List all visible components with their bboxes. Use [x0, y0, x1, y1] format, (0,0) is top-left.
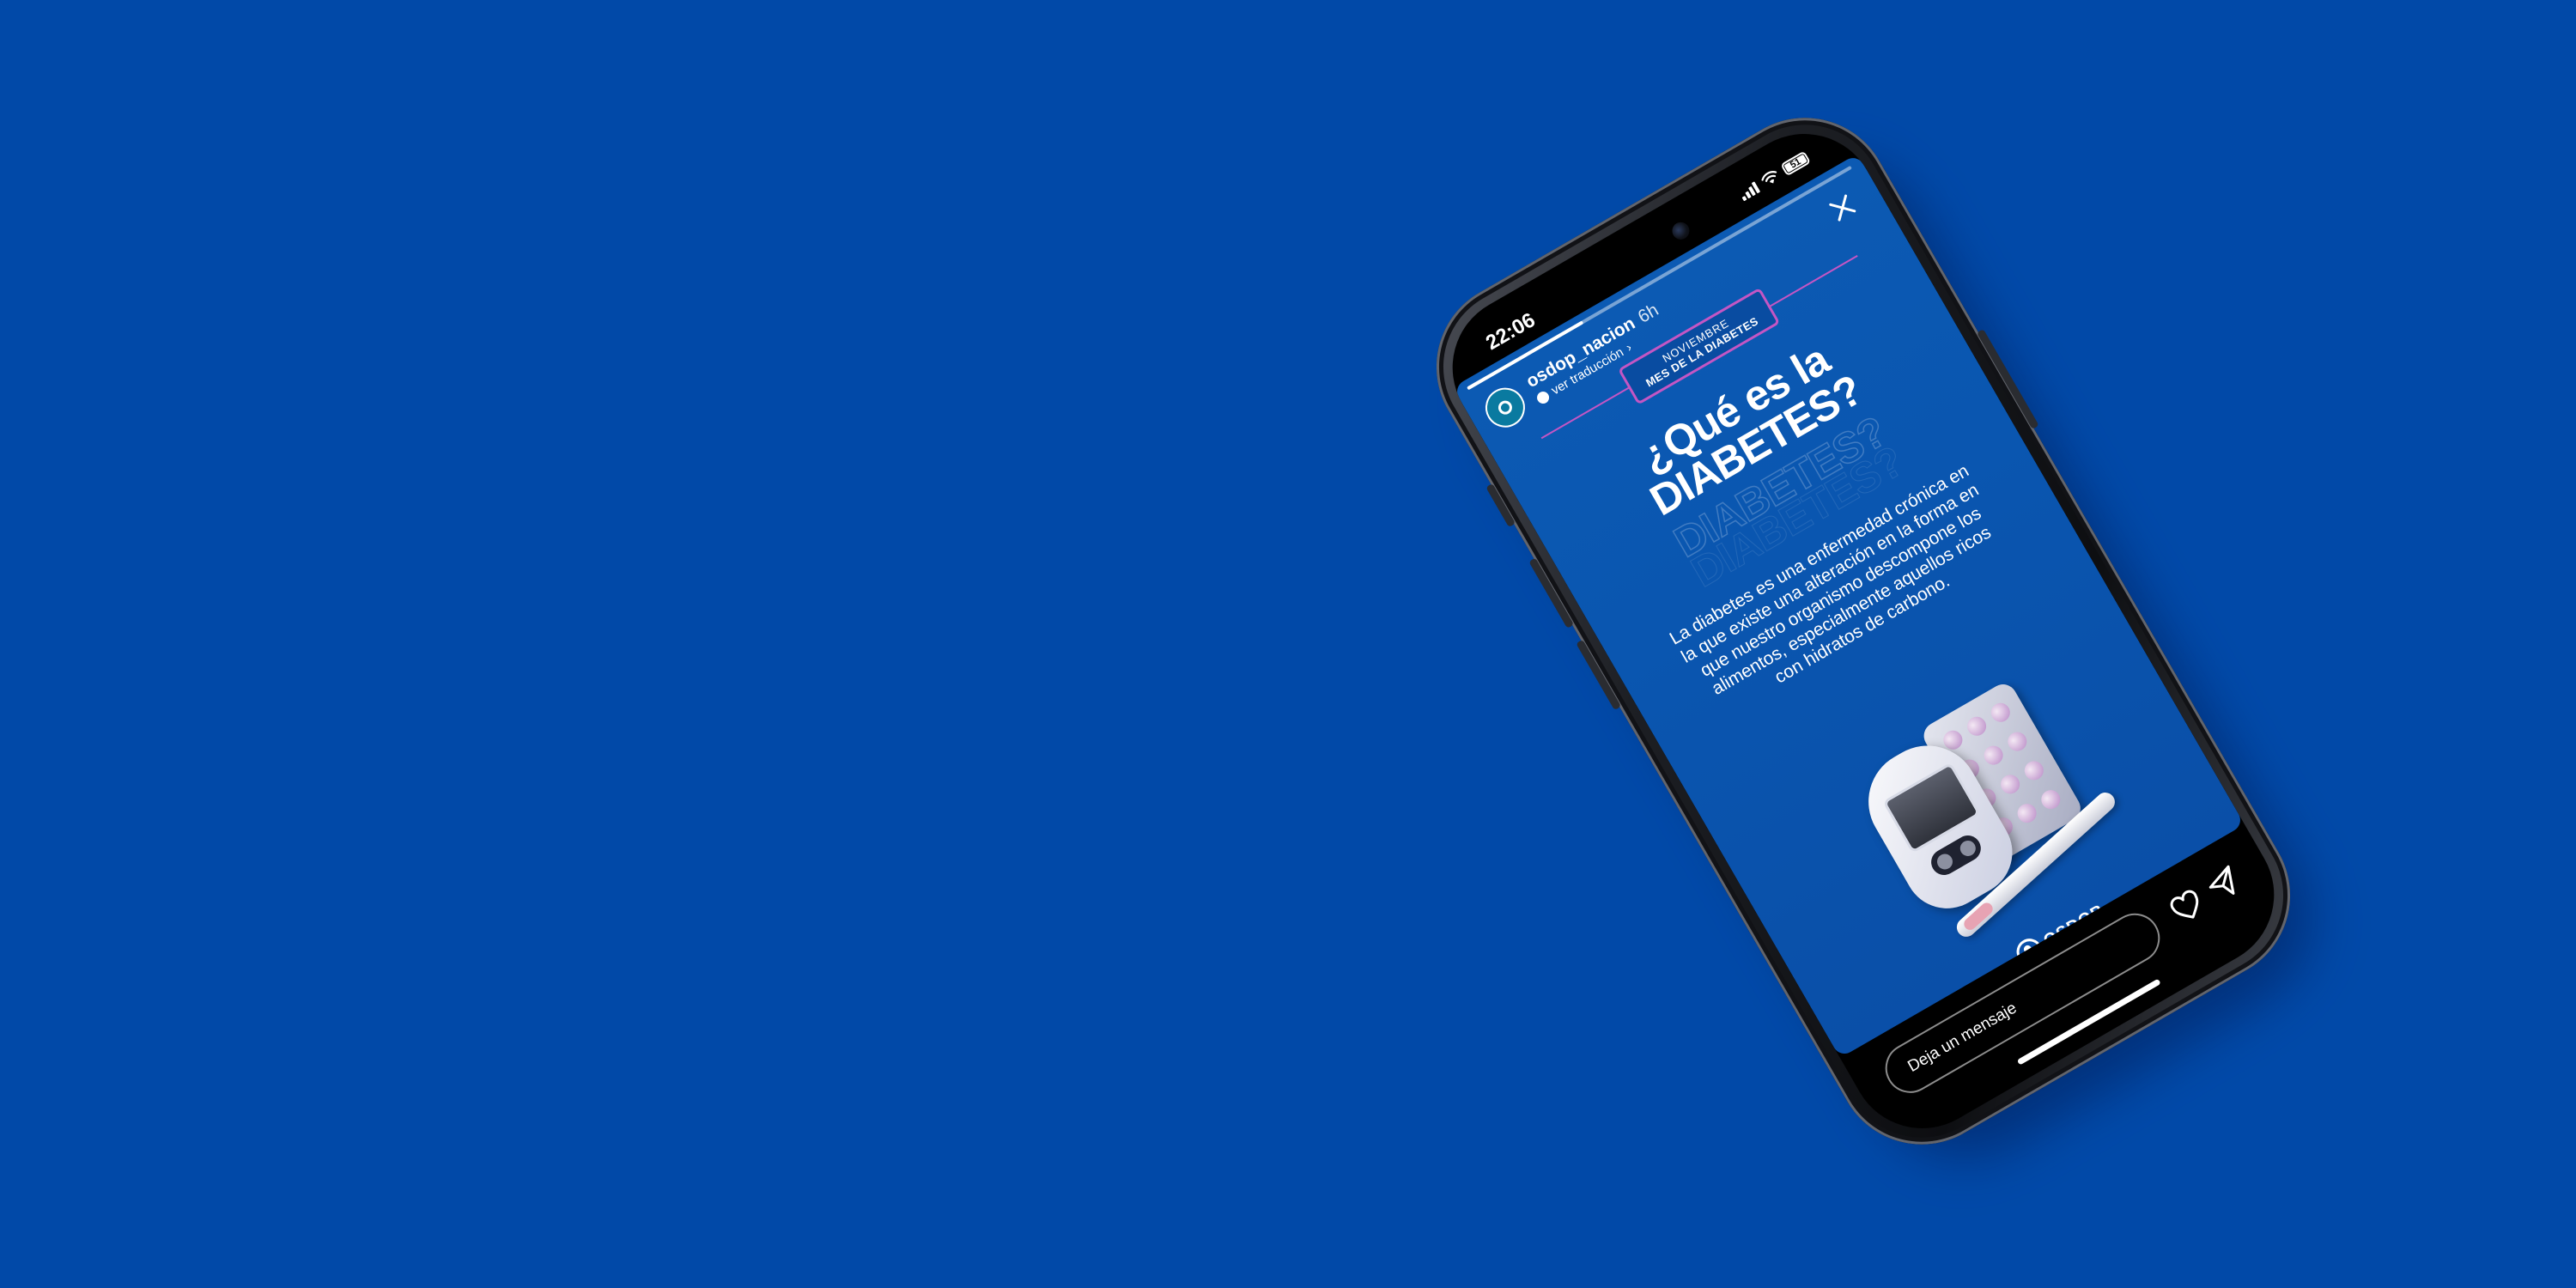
phone-screen: 22:06 51 osdop_nacion6h ver traducción ›… — [1425, 107, 2301, 1155]
translate-icon — [1534, 389, 1552, 406]
camera-icon — [1668, 219, 1693, 243]
cellular-signal-icon — [1737, 180, 1761, 202]
send-icon[interactable] — [2202, 863, 2245, 905]
chevron-right-icon: › — [1623, 340, 1635, 355]
osdop-logo-icon — [1496, 398, 1515, 417]
phone-mockup: 22:06 51 osdop_nacion6h ver traducción ›… — [1405, 86, 2347, 1193]
wifi-icon — [1759, 167, 1782, 189]
action-button — [1485, 483, 1516, 528]
battery-icon: 51 — [1780, 150, 1812, 177]
profile-avatar[interactable] — [1478, 380, 1533, 435]
battery-level: 51 — [1788, 156, 1803, 171]
close-icon[interactable] — [1822, 186, 1864, 228]
heart-icon[interactable] — [2166, 886, 2208, 928]
story-time-ago: 6h — [1634, 300, 1662, 327]
